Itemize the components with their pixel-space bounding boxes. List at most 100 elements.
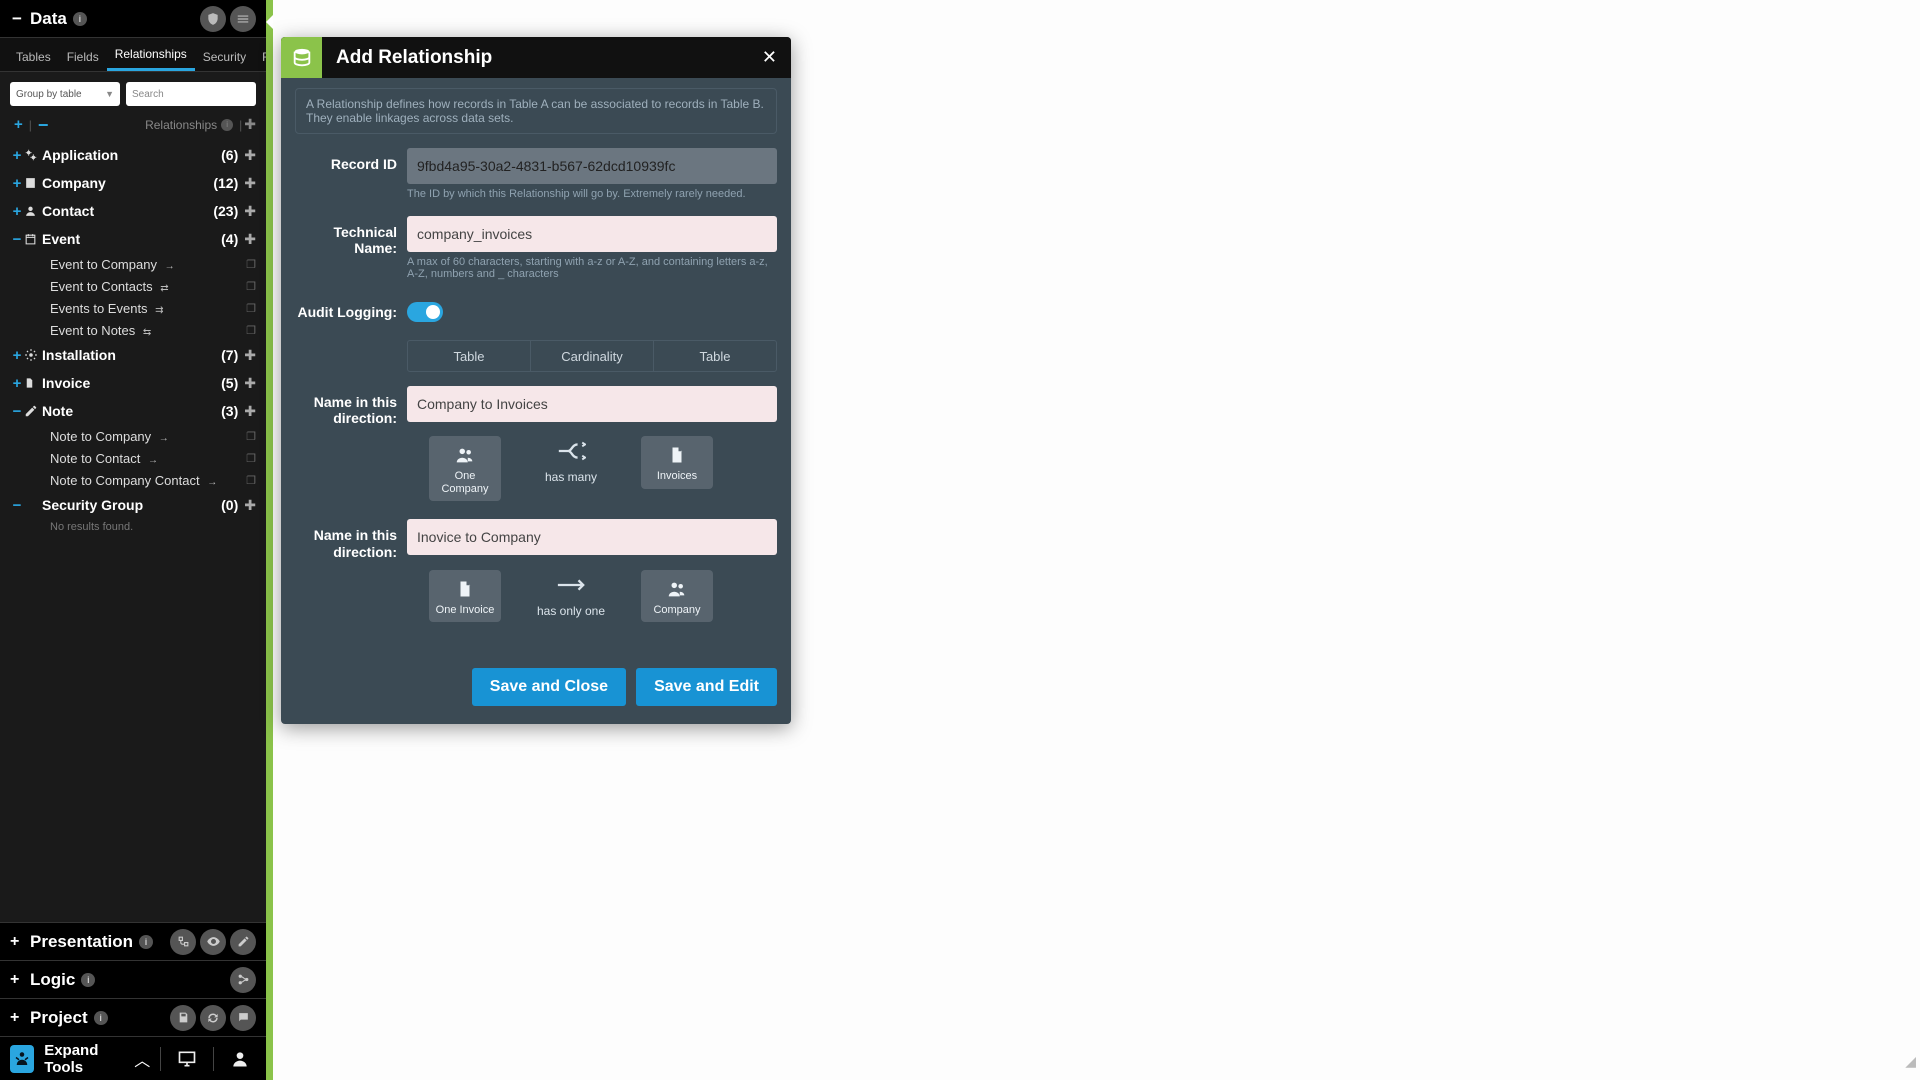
add-icon[interactable]: ✚ — [244, 375, 256, 392]
add-icon[interactable]: ✚ — [244, 203, 256, 220]
plus-icon: + — [10, 347, 24, 364]
tree-group: −Note(3)✚Note to Company →❐Note to Conta… — [0, 397, 266, 491]
window-icon[interactable]: ❐ — [246, 258, 256, 271]
save-and-close-button[interactable]: Save and Close — [472, 668, 626, 706]
expand-tools-button[interactable]: Expand Tools — [44, 1042, 128, 1076]
direction2-name-input[interactable]: Inovice to Company — [407, 519, 777, 555]
minus-icon: − — [10, 497, 24, 514]
tree-group-name: Application — [42, 147, 221, 163]
window-icon[interactable]: ❐ — [246, 452, 256, 465]
arrow-right-icon — [556, 570, 586, 600]
tree-item[interactable]: Note to Company Contact →❐ — [0, 469, 266, 491]
tree-group: +Invoice(5)✚ — [0, 369, 266, 397]
tab-security[interactable]: Security — [195, 42, 254, 71]
info-icon[interactable]: i — [94, 1011, 108, 1025]
window-icon[interactable]: ❐ — [246, 430, 256, 443]
info-icon[interactable]: i — [139, 935, 153, 949]
edit-icon[interactable] — [230, 929, 256, 955]
panel-logic-header[interactable]: + Logic i — [0, 960, 266, 998]
window-icon[interactable]: ❐ — [246, 324, 256, 337]
dialog-description: A Relationship defines how records in Ta… — [295, 88, 777, 134]
chevron-down-icon: ▼ — [105, 89, 114, 99]
save-icon[interactable] — [170, 1005, 196, 1031]
panel-resize-handle[interactable] — [266, 0, 273, 1080]
panel-project-header[interactable]: + Project i — [0, 998, 266, 1036]
tree-group-name: Company — [42, 175, 213, 191]
route-icon[interactable] — [170, 929, 196, 955]
tab-tables[interactable]: Tables — [8, 42, 59, 71]
app-logo[interactable] — [10, 1045, 34, 1073]
window-icon[interactable]: ❐ — [246, 302, 256, 315]
add-icon[interactable]: ✚ — [244, 231, 256, 248]
chevron-up-icon: ︿ — [134, 1047, 150, 1071]
direction1-name-input[interactable]: Company to Invoices — [407, 386, 777, 422]
close-button[interactable]: ✕ — [748, 47, 791, 68]
add-icon[interactable]: ✚ — [244, 147, 256, 164]
technical-name-label: Technical Name: — [295, 216, 407, 292]
audit-logging-toggle[interactable] — [407, 302, 443, 322]
split-icon — [556, 436, 586, 466]
monitor-icon[interactable] — [171, 1049, 203, 1069]
panel-data-header[interactable]: − Data i — [0, 0, 266, 38]
group-by-select[interactable]: Group by table ▼ — [10, 82, 120, 106]
tree-group-header[interactable]: +Invoice(5)✚ — [0, 369, 266, 397]
direction2-left-card[interactable]: One Invoice — [429, 570, 501, 623]
chat-icon[interactable] — [230, 1005, 256, 1031]
save-and-edit-button[interactable]: Save and Edit — [636, 668, 777, 706]
cardinality-header-label: Cardinality — [530, 341, 653, 371]
info-icon[interactable]: i — [73, 12, 87, 26]
sync-icon[interactable] — [200, 1005, 226, 1031]
tree-item[interactable]: Event to Notes ⇆❐ — [0, 319, 266, 341]
tree-item[interactable]: Events to Events ⇉❐ — [0, 297, 266, 319]
window-icon[interactable]: ❐ — [246, 280, 256, 293]
info-icon[interactable]: i — [81, 973, 95, 987]
tree-group-header[interactable]: +Installation(7)✚ — [0, 341, 266, 369]
shield-icon[interactable] — [200, 6, 226, 32]
menu-icon[interactable] — [230, 6, 256, 32]
expand-all-button[interactable]: + — [10, 116, 27, 133]
add-relationship-button[interactable]: ✚ — [244, 116, 256, 133]
direction1-left-text: One Company — [433, 470, 497, 495]
info-icon[interactable]: i — [221, 119, 233, 131]
tree-group-count: (0) — [221, 497, 238, 513]
direction2-cardinality[interactable]: has only one — [535, 570, 607, 618]
search-input[interactable]: Search — [126, 82, 256, 106]
window-icon[interactable]: ❐ — [246, 474, 256, 487]
tree-group-header[interactable]: +Company(12)✚ — [0, 169, 266, 197]
add-icon[interactable]: ✚ — [244, 403, 256, 420]
edit-icon — [24, 404, 42, 418]
resize-grip-icon[interactable]: ◢ — [1905, 1053, 1916, 1070]
tree-item[interactable]: Note to Contact →❐ — [0, 447, 266, 469]
tree-group-header[interactable]: +Contact(23)✚ — [0, 197, 266, 225]
tab-relationships[interactable]: Relationships — [107, 39, 195, 71]
tree-group-header[interactable]: −Note(3)✚ — [0, 397, 266, 425]
direction2-right-text: Company — [653, 604, 700, 617]
add-icon[interactable]: ✚ — [244, 497, 256, 514]
branch-icon[interactable] — [230, 967, 256, 993]
direction1-left-card[interactable]: One Company — [429, 436, 501, 501]
tree-group: +Contact(23)✚ — [0, 197, 266, 225]
direction1-right-card[interactable]: Invoices — [641, 436, 713, 489]
direction1-cardinality[interactable]: has many — [535, 436, 607, 484]
direction2-left-text: One Invoice — [436, 604, 495, 617]
tree-group: +Application(6)✚ — [0, 141, 266, 169]
tab-fields[interactable]: Fields — [59, 42, 107, 71]
collapse-all-button[interactable]: − — [34, 119, 53, 131]
tree-item[interactable]: Event to Company →❐ — [0, 253, 266, 275]
tree-group-header[interactable]: +Application(6)✚ — [0, 141, 266, 169]
tree-group-name: Security Group — [42, 497, 221, 513]
tree-group-header[interactable]: −Event(4)✚ — [0, 225, 266, 253]
tree-group-header[interactable]: − Security Group(0) ✚ — [0, 491, 266, 519]
add-icon[interactable]: ✚ — [244, 347, 256, 364]
panel-presentation-header[interactable]: + Presentation i — [0, 922, 266, 960]
eye-icon[interactable] — [200, 929, 226, 955]
technical-name-input[interactable]: company_invoices — [407, 216, 777, 252]
tree-item-name: Event to Company → — [50, 257, 246, 272]
record-id-input[interactable]: 9fbd4a95-30a2-4831-b567-62dcd10939fc — [407, 148, 777, 184]
tree-item[interactable]: Event to Contacts ⇄❐ — [0, 275, 266, 297]
direction2-right-card[interactable]: Company — [641, 570, 713, 623]
tree-item[interactable]: Note to Company →❐ — [0, 425, 266, 447]
user-icon[interactable] — [224, 1049, 256, 1069]
add-icon[interactable]: ✚ — [244, 175, 256, 192]
gears-icon — [24, 148, 42, 162]
